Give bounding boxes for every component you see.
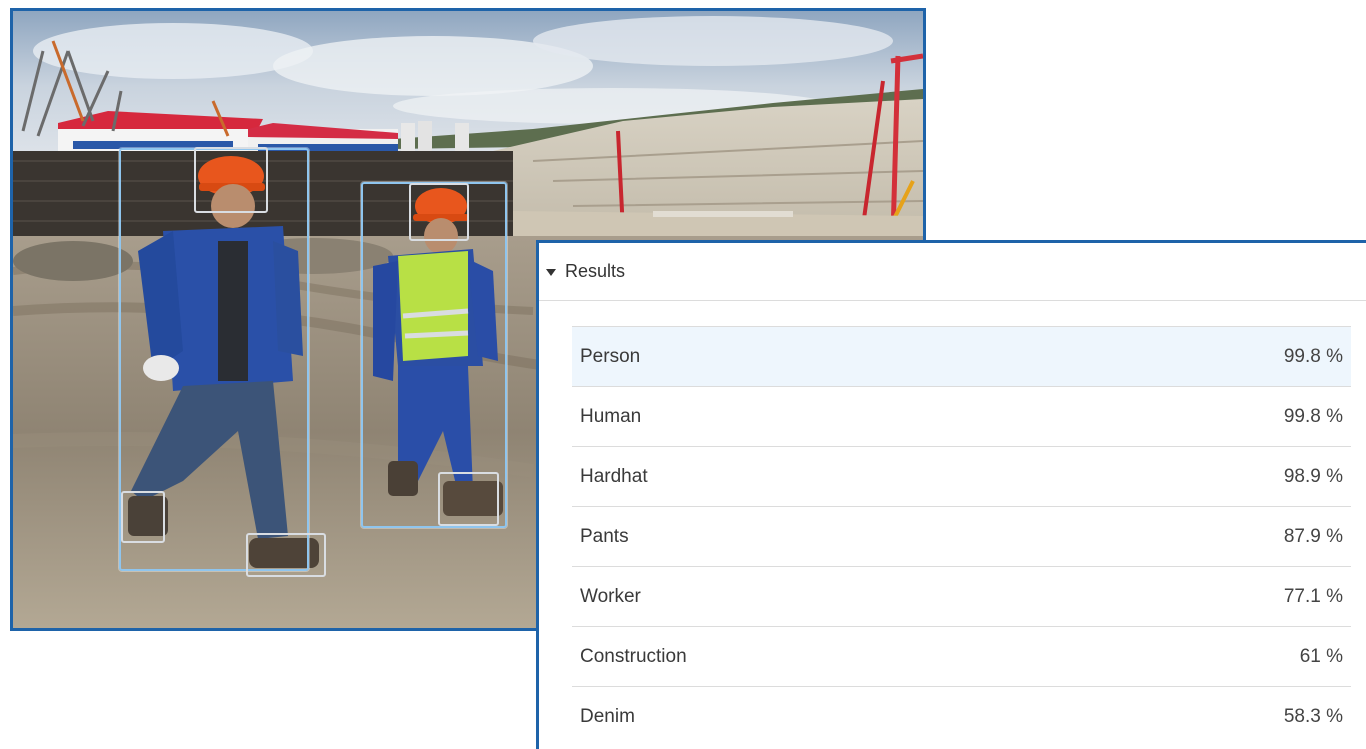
result-label: Worker bbox=[580, 585, 641, 607]
result-confidence: 58.3 % bbox=[1283, 705, 1343, 727]
result-label: Denim bbox=[580, 705, 635, 727]
boot-bounding-box[interactable] bbox=[121, 491, 165, 543]
result-row-human[interactable]: Human 99.8 % bbox=[572, 386, 1351, 446]
hardhat-bounding-box[interactable] bbox=[409, 183, 469, 241]
result-confidence: 99.8 % bbox=[1283, 405, 1343, 427]
result-label: Person bbox=[580, 345, 641, 367]
screen: Results Person 99.8 % Human 99.8 % Hardh… bbox=[0, 0, 1366, 749]
result-label: Pants bbox=[580, 525, 629, 547]
result-row-person[interactable]: Person 99.8 % bbox=[572, 326, 1351, 386]
result-row-worker[interactable]: Worker 77.1 % bbox=[572, 566, 1351, 626]
results-title: Results bbox=[565, 261, 626, 281]
result-confidence: 98.9 % bbox=[1283, 465, 1343, 487]
result-confidence: 87.9 % bbox=[1283, 525, 1343, 547]
result-row-pants[interactable]: Pants 87.9 % bbox=[572, 506, 1351, 566]
caret-down-icon bbox=[546, 268, 556, 276]
hardhat-bounding-box[interactable] bbox=[194, 147, 268, 213]
results-toggle[interactable]: Results bbox=[539, 243, 1366, 301]
boot-bounding-box[interactable] bbox=[246, 533, 326, 577]
result-label: Hardhat bbox=[580, 465, 648, 487]
results-panel: Results Person 99.8 % Human 99.8 % Hardh… bbox=[536, 240, 1366, 749]
result-label: Human bbox=[580, 405, 642, 427]
result-label: Construction bbox=[580, 645, 687, 667]
result-row-denim[interactable]: Denim 58.3 % bbox=[572, 686, 1351, 746]
result-row-construction[interactable]: Construction 61 % bbox=[572, 626, 1351, 686]
result-confidence: 61 % bbox=[1299, 645, 1343, 667]
result-row-hardhat[interactable]: Hardhat 98.9 % bbox=[572, 446, 1351, 506]
boot-bounding-box[interactable] bbox=[438, 472, 499, 526]
results-list: Person 99.8 % Human 99.8 % Hardhat 98.9 … bbox=[572, 326, 1351, 746]
result-confidence: 77.1 % bbox=[1283, 585, 1343, 607]
result-confidence: 99.8 % bbox=[1283, 345, 1343, 367]
